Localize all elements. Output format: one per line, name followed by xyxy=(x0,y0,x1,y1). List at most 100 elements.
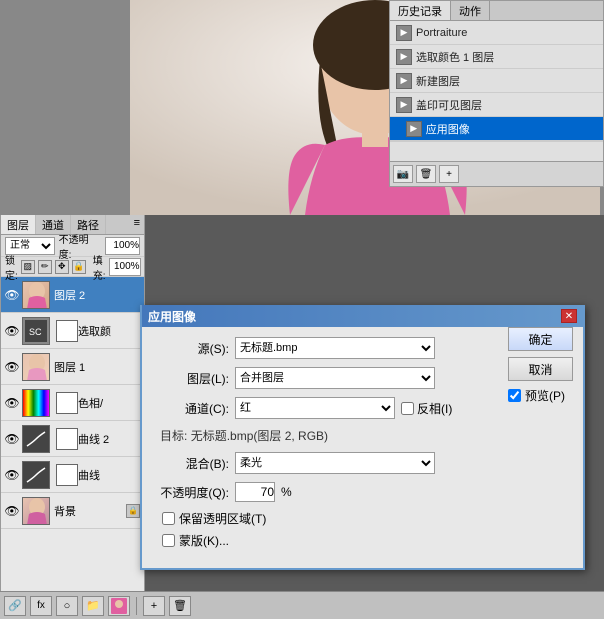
layer-item-2[interactable]: 👁 图层 2 xyxy=(1,277,144,313)
preserve-transparency-checkbox[interactable] xyxy=(162,512,175,525)
preview-checkbox[interactable] xyxy=(508,389,521,402)
layer-mask-select xyxy=(56,320,78,342)
layer-item-select[interactable]: 👁 SC 选取颜 xyxy=(1,313,144,349)
bottom-btn-fx[interactable]: fx xyxy=(30,596,52,616)
layer-select[interactable]: 合并图层 xyxy=(235,367,435,389)
bottom-btn-circle[interactable]: ○ xyxy=(56,596,78,616)
layer-thumb-curves xyxy=(22,461,50,489)
lock-paint-btn[interactable]: ✏ xyxy=(38,260,52,274)
tab-layers[interactable]: 图层 xyxy=(1,215,36,234)
layer-label: 图层(L): xyxy=(154,370,229,387)
mask-label: 蒙版(K)... xyxy=(179,532,229,549)
tab-actions[interactable]: 动作 xyxy=(451,1,490,20)
invert-label[interactable]: 反相(I) xyxy=(401,400,452,417)
lock-all-btn[interactable]: 🔒 xyxy=(72,260,86,274)
dialog-close-btn[interactable]: ✕ xyxy=(561,309,577,323)
channel-select[interactable]: 红 xyxy=(235,397,395,419)
invert-checkbox[interactable] xyxy=(401,402,414,415)
layer-item-curves[interactable]: 👁 曲线 xyxy=(1,457,144,493)
play-icon: ▶ xyxy=(396,123,404,134)
visibility-icon-select[interactable]: 👁 xyxy=(5,324,19,338)
history-item-stamp[interactable]: ▶ 盖印可见图层 xyxy=(390,93,603,117)
cancel-button[interactable]: 取消 xyxy=(508,357,573,381)
visibility-icon-hue[interactable]: 👁 xyxy=(5,396,19,410)
history-item-new-layer[interactable]: ▶ 新建图层 xyxy=(390,69,603,93)
layer-name-select: 选取颜 xyxy=(78,323,111,339)
layers-lock-row: 锁定: ▨ ✏ ✥ 🔒 填充: xyxy=(1,257,144,277)
layer-thumb-curves2 xyxy=(22,425,50,453)
layer-name-curves: 曲线 xyxy=(78,467,100,483)
layer-item-1[interactable]: 👁 图层 1 xyxy=(1,349,144,385)
visibility-icon-1[interactable]: 👁 xyxy=(5,360,19,374)
preview-row: 预览(P) xyxy=(508,387,573,404)
history-tabs: 历史记录 动作 xyxy=(390,1,603,21)
layer-name-1: 图层 1 xyxy=(54,359,85,375)
svg-text:SC: SC xyxy=(29,327,42,337)
panel-menu-btn[interactable]: ≡ xyxy=(130,215,144,234)
dialog-opacity-row: 不透明度(Q): % xyxy=(154,482,571,502)
layer-thumb-hue xyxy=(22,389,50,417)
preserve-transparency-label: 保留透明区域(T) xyxy=(179,510,266,527)
layer-item-curves2[interactable]: 👁 曲线 2 xyxy=(1,421,144,457)
layer-thumb-bg xyxy=(22,497,50,525)
history-icon: ▶ xyxy=(396,49,412,65)
target-row: 目标: 无标题.bmp(图层 2, RGB) xyxy=(160,427,571,444)
history-icon: ▶ xyxy=(396,25,412,41)
visibility-icon-bg[interactable]: 👁 xyxy=(5,504,19,518)
history-snapshot-btn[interactable]: 📷 xyxy=(393,165,413,183)
history-delete-btn[interactable]: 🗑 xyxy=(416,165,436,183)
layer-mask-curves xyxy=(56,464,78,486)
layer-name-bg: 背景 xyxy=(54,503,76,519)
visibility-icon-2[interactable]: 👁 xyxy=(5,288,19,302)
layer-name-2: 图层 2 xyxy=(54,287,85,303)
history-icon: ▶ xyxy=(396,73,412,89)
history-panel: 历史记录 动作 ▶ Portraiture ▶ 选取颜色 1 图层 ▶ 新建图层… xyxy=(389,0,604,187)
bottom-btn-image[interactable] xyxy=(108,596,130,616)
dialog-titlebar: 应用图像 ✕ xyxy=(142,305,583,327)
lock-move-btn[interactable]: ✥ xyxy=(55,260,69,274)
layer-thumb-select: SC xyxy=(22,317,50,345)
toolbar-sep xyxy=(136,597,137,615)
history-item-select-color[interactable]: ▶ 选取颜色 1 图层 xyxy=(390,45,603,69)
layer-mask-curves2 xyxy=(56,428,78,450)
layer-mask-hue xyxy=(56,392,78,414)
blend-row: 混合(B): 柔光 xyxy=(154,452,571,474)
layer-name-curves2: 曲线 2 xyxy=(78,431,109,447)
history-item-portraiture[interactable]: ▶ Portraiture xyxy=(390,21,603,45)
fill-input[interactable] xyxy=(109,258,141,276)
lock-label: 锁定: xyxy=(5,252,18,282)
visibility-icon-curves[interactable]: 👁 xyxy=(5,468,19,482)
ok-button[interactable]: 确定 xyxy=(508,327,573,351)
bottom-btn-new[interactable]: + xyxy=(143,596,165,616)
history-item-apply-image[interactable]: ▶ ▶ 应用图像 xyxy=(390,117,603,141)
bottom-btn-trash[interactable]: 🗑 xyxy=(169,596,191,616)
dialog-opacity-input[interactable] xyxy=(235,482,275,502)
history-icon: ▶ xyxy=(406,121,422,137)
dialog-opacity-label: 不透明度(Q): xyxy=(154,484,229,501)
source-select[interactable]: 无标题.bmp xyxy=(235,337,435,359)
layers-panel: 图层 通道 路径 ≡ 正常 不透明度: 锁定: ▨ ✏ ✥ 🔒 填充: 👁 图层… xyxy=(0,215,145,619)
history-new-btn[interactable]: + xyxy=(439,165,459,183)
history-empty xyxy=(390,141,603,161)
bottom-btn-folder[interactable]: 📁 xyxy=(82,596,104,616)
layer-item-bg[interactable]: 👁 背景 🔒 xyxy=(1,493,144,529)
mask-checkbox[interactable] xyxy=(162,534,175,547)
tab-history[interactable]: 历史记录 xyxy=(390,1,451,20)
preview-label: 预览(P) xyxy=(525,387,565,404)
history-icon: ▶ xyxy=(396,97,412,113)
percent-label: % xyxy=(281,485,292,499)
blend-select[interactable]: 柔光 xyxy=(235,452,435,474)
layer-name-hue: 色相/ xyxy=(78,395,103,411)
opacity-input[interactable] xyxy=(105,237,140,255)
source-label: 源(S): xyxy=(154,340,229,357)
blend-label: 混合(B): xyxy=(154,455,229,472)
mask-row: 蒙版(K)... xyxy=(162,532,571,549)
bottom-toolbar: 🔗 fx ○ 📁 + 🗑 xyxy=(0,591,604,619)
bottom-btn-link[interactable]: 🔗 xyxy=(4,596,26,616)
dialog-buttons: 确定 取消 预览(P) xyxy=(508,327,573,404)
lock-transparent-btn[interactable]: ▨ xyxy=(21,260,35,274)
lock-bg-icon: 🔒 xyxy=(126,504,140,518)
layers-controls: 正常 不透明度: xyxy=(1,235,144,257)
layer-item-hue[interactable]: 👁 色相/ xyxy=(1,385,144,421)
visibility-icon-curves2[interactable]: 👁 xyxy=(5,432,19,446)
